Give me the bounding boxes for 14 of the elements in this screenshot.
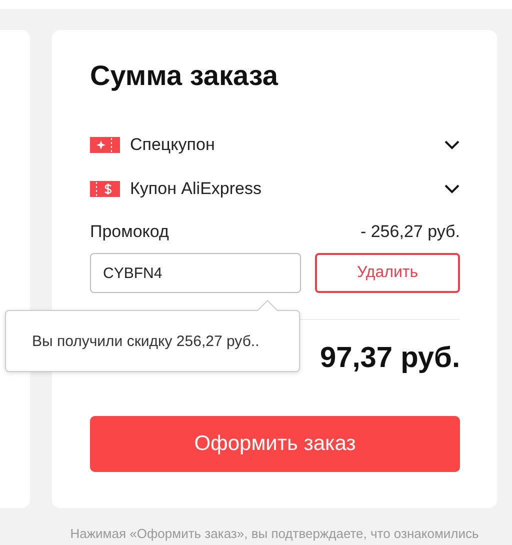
promo-code-field[interactable]: CYBFN4: [90, 253, 301, 293]
discount-amount: - 256,27 руб.: [360, 222, 460, 242]
total-amount: 97,37 руб.: [320, 342, 460, 375]
tooltip-text: Вы получили скидку 256,27 руб..: [32, 332, 260, 350]
promo-label: Промокод: [90, 222, 169, 242]
terms-note: Нажимая «Оформить заказ», вы подтверждаете, что ознакомились: [69, 526, 480, 541]
chevron-icon[interactable]: [444, 140, 460, 150]
checkout-button[interactable]: Оформить заказ: [90, 416, 460, 472]
card-title: Сумма заказа: [90, 60, 280, 92]
coupon-dollar-icon: [90, 181, 120, 197]
chevron-icon[interactable]: [444, 184, 460, 194]
remove-button[interactable]: Удалить: [315, 253, 460, 293]
coupon-label: Купон AliExpress: [130, 179, 262, 199]
coupon-label: Спецкупон: [130, 135, 216, 155]
